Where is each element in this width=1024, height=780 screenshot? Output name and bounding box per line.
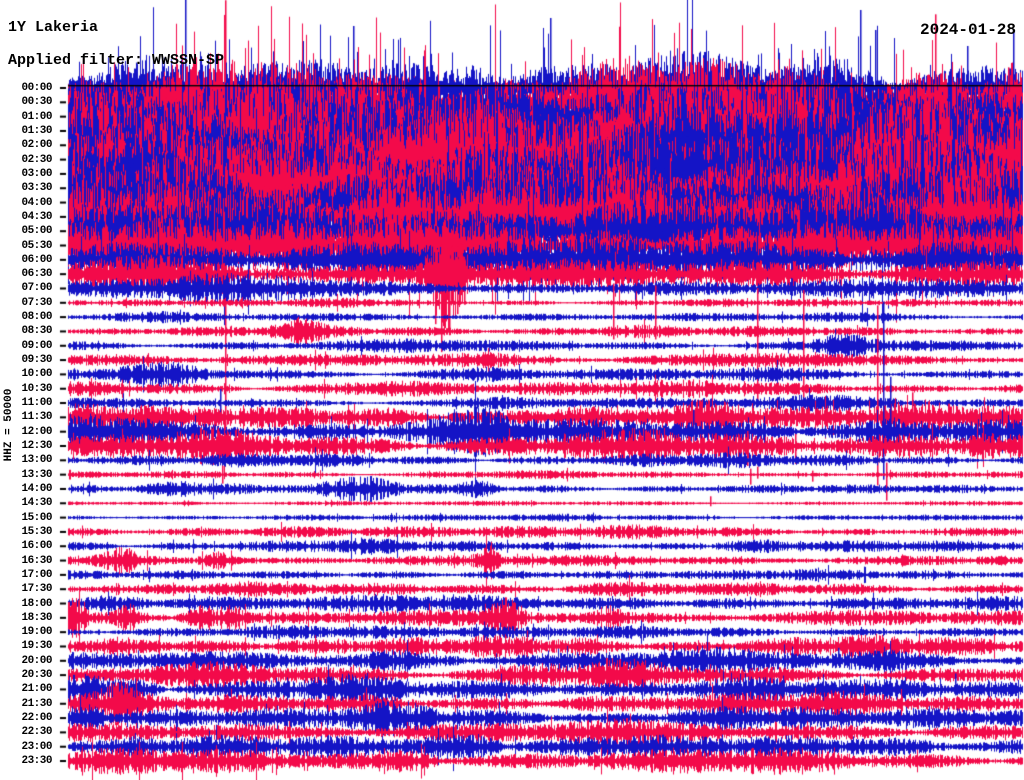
helicorder-traces-canvas <box>0 0 1024 780</box>
time-label: 15:00 <box>21 511 52 524</box>
date-label: 2024-01-28 <box>919 21 1016 39</box>
time-label: 16:30 <box>21 554 52 567</box>
time-label: 18:00 <box>21 597 52 610</box>
time-label: 22:00 <box>21 712 52 725</box>
time-label: 17:30 <box>21 583 52 596</box>
time-label: 10:00 <box>21 368 52 381</box>
time-label: 00:00 <box>21 82 52 94</box>
time-label: 08:00 <box>21 311 52 324</box>
time-label: 14:00 <box>21 482 52 495</box>
time-label: 05:30 <box>21 239 52 252</box>
time-label: 06:00 <box>21 253 52 266</box>
time-label: 17:00 <box>21 568 52 581</box>
time-label: 04:00 <box>21 196 52 209</box>
time-label: 01:00 <box>21 110 52 123</box>
time-label: 20:30 <box>21 669 52 682</box>
time-label: 18:30 <box>21 611 52 624</box>
helicorder-page: 1Y Lakeria Applied filter: WWSSN-SP 2024… <box>0 0 1024 780</box>
time-label: 07:30 <box>21 296 52 309</box>
time-label: 14:30 <box>21 497 52 510</box>
time-label: 16:00 <box>21 540 52 553</box>
time-label: 05:00 <box>21 225 52 238</box>
time-label: 09:30 <box>21 354 52 367</box>
time-label: 19:00 <box>21 626 52 639</box>
time-label: 09:00 <box>21 339 52 352</box>
time-label: 13:00 <box>21 454 52 467</box>
time-label: 12:00 <box>21 425 52 438</box>
time-label: 11:30 <box>21 411 52 424</box>
time-label: 06:30 <box>21 268 52 281</box>
time-label: 02:30 <box>21 153 52 166</box>
time-label: 00:30 <box>21 96 52 109</box>
time-label: 07:00 <box>21 282 52 295</box>
time-label: 23:30 <box>21 755 52 768</box>
time-label: 03:30 <box>21 182 52 195</box>
time-label: 13:30 <box>21 468 52 481</box>
time-label: 11:00 <box>21 397 52 410</box>
time-label: 01:30 <box>21 124 52 137</box>
time-label: 03:00 <box>21 167 52 180</box>
time-label: 08:30 <box>21 325 52 338</box>
time-label: 20:00 <box>21 654 52 667</box>
time-label: 21:00 <box>21 683 52 696</box>
time-label: 12:30 <box>21 440 52 452</box>
time-label: 21:30 <box>21 697 52 710</box>
time-label: 19:30 <box>21 640 52 653</box>
channel-scale-label: HHZ = 50000 <box>3 388 15 462</box>
time-label: 23:00 <box>21 740 52 753</box>
time-label: 04:30 <box>21 210 52 223</box>
time-label: 10:30 <box>21 382 52 395</box>
time-label: 15:30 <box>21 525 52 538</box>
time-label: 22:30 <box>21 726 52 739</box>
time-label: 02:00 <box>21 139 52 152</box>
